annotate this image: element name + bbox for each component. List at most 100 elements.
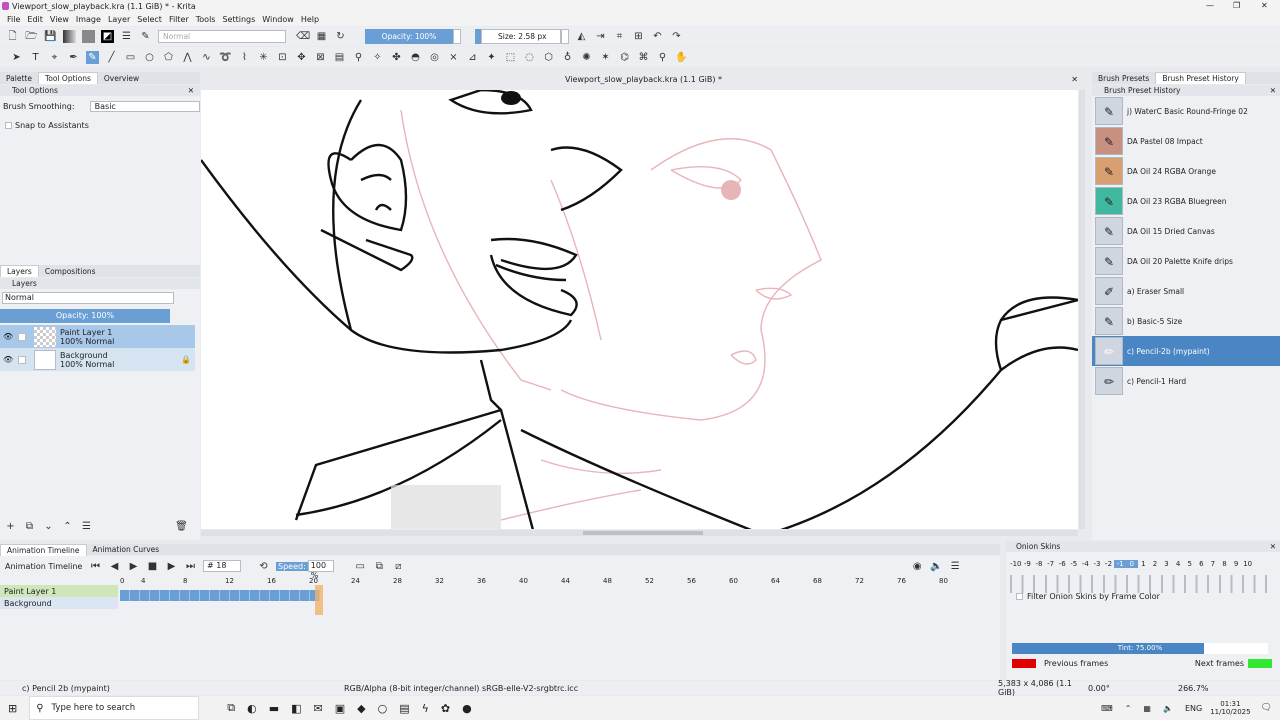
prev-frame-icon[interactable]: ◀	[108, 560, 121, 573]
brush-preset-item[interactable]: ✐ a) Eraser Small	[1092, 276, 1280, 306]
new-file-icon[interactable]: 🗋	[6, 30, 19, 43]
select-tool-icon[interactable]: ➤	[10, 51, 23, 64]
freehand-select-icon[interactable]: ♁	[561, 51, 574, 64]
visibility-eye-icon[interactable]: 👁	[0, 355, 18, 364]
last-frame-icon[interactable]: ⏭	[184, 560, 197, 573]
status-rotation[interactable]: 0.00°	[1088, 684, 1178, 693]
save-icon[interactable]: 💾	[44, 30, 57, 43]
tab-overview[interactable]: Overview	[98, 73, 145, 84]
brush-preset-item[interactable]: ✎ DA Oil 24 RGBA Orange	[1092, 156, 1280, 186]
tab-layers[interactable]: Layers	[0, 265, 39, 277]
contiguous-select-icon[interactable]: ✺	[580, 51, 593, 64]
tray-chevron-icon[interactable]: ⌃	[1125, 704, 1132, 713]
mirror-vertical-icon[interactable]: ⇥	[594, 30, 607, 43]
vertical-scrollbar[interactable]	[1079, 90, 1085, 529]
tint-slider[interactable]: Tint: 75.00%	[1012, 643, 1268, 654]
fill-tool-icon[interactable]: ◓	[409, 51, 422, 64]
smart-patch-icon[interactable]: ✧	[371, 51, 384, 64]
opacity-spinner[interactable]	[453, 29, 461, 44]
stop-icon[interactable]: ■	[146, 560, 159, 573]
redo-icon[interactable]: ↷	[670, 30, 683, 43]
bezier-tool-icon[interactable]: ∿	[200, 51, 213, 64]
tab-brush-preset-history[interactable]: Brush Preset History	[1155, 72, 1246, 84]
polyline-tool-icon[interactable]: ⋀	[181, 51, 194, 64]
move-tool-icon[interactable]: ✥	[295, 51, 308, 64]
open-file-icon[interactable]: 🗁	[25, 30, 38, 43]
add-layer-icon[interactable]: +	[4, 520, 17, 533]
drop-frames-icon[interactable]: ▭	[354, 560, 367, 573]
drawing-canvas[interactable]	[201, 90, 1078, 529]
brush-preset-item[interactable]: ✎ DA Pastel 08 Impact	[1092, 126, 1280, 156]
brush-preset-item[interactable]: ✎ j) WaterC Basic Round-Fringe 02	[1092, 96, 1280, 126]
timeline-menu-icon[interactable]: ☰	[949, 560, 962, 573]
dynamic-brush-icon[interactable]: ⌇	[238, 51, 251, 64]
gradient-tool-icon[interactable]: ▤	[333, 51, 346, 64]
brush-preset-icon[interactable]: ✎	[139, 30, 152, 43]
brush-preset-item[interactable]: ✏ c) Pencil-1 Hard	[1092, 366, 1280, 396]
app-icon[interactable]: ●	[462, 702, 472, 715]
freehand-brush-icon[interactable]: ✎	[86, 50, 99, 64]
taskbar-clock[interactable]: 01:31 11/10/2025	[1210, 700, 1250, 716]
size-slider[interactable]: Size: 2.58 px	[481, 29, 561, 44]
onion-toggle-icon[interactable]: ⧄	[392, 560, 405, 573]
calligraphy-icon[interactable]: ✒	[67, 51, 80, 64]
tab-brush-presets[interactable]: Brush Presets	[1092, 73, 1155, 84]
loop-icon[interactable]: ⟲	[257, 560, 270, 573]
volume-tray-icon[interactable]: 🔈	[1163, 704, 1173, 713]
menu-tools[interactable]: Tools	[196, 15, 216, 24]
polygon-tool-icon[interactable]: ⬠	[162, 51, 175, 64]
next-frame-icon[interactable]: ▶	[165, 560, 178, 573]
edge-icon[interactable]: ◐	[247, 702, 257, 715]
brush-preset-item-selected[interactable]: ✏ c) Pencil-2b (mypaint)	[1092, 336, 1280, 366]
pattern-icon[interactable]	[82, 30, 95, 43]
app-icon[interactable]: ▤	[399, 702, 409, 715]
speed-input[interactable]: 100 %	[307, 560, 334, 580]
edit-shapes-icon[interactable]: ⌖	[48, 51, 61, 64]
volume-icon[interactable]: 🔈	[930, 560, 943, 573]
text-tool-icon[interactable]: T	[29, 51, 42, 64]
layer-checkbox[interactable]	[18, 332, 26, 341]
menu-filter[interactable]: Filter	[169, 15, 189, 24]
tab-animation-timeline[interactable]: Animation Timeline	[0, 543, 87, 556]
filter-onion-checkbox[interactable]	[1016, 593, 1023, 600]
opacity-slider[interactable]: Opacity: 100%	[365, 29, 453, 44]
crop-icon[interactable]: ⊞	[632, 30, 645, 43]
layer-row[interactable]: 👁 Background 100% Normal 🔒	[0, 348, 195, 371]
mail-icon[interactable]: ✉	[314, 702, 323, 715]
panel-close-icon[interactable]: ✕	[1270, 542, 1276, 551]
gradient-icon[interactable]	[63, 30, 76, 43]
notifications-icon[interactable]: 🗨	[1261, 703, 1272, 713]
close-document-icon[interactable]: ✕	[1071, 75, 1078, 84]
timeline-layer-row[interactable]: Background	[0, 597, 118, 609]
duplicate-layer-icon[interactable]: ⧉	[23, 520, 36, 533]
move-up-icon[interactable]: ⌃	[61, 520, 74, 533]
delete-layer-icon[interactable]: 🗑	[175, 520, 188, 533]
layer-checkbox[interactable]	[18, 355, 26, 364]
audio-icon[interactable]: ◉	[911, 560, 924, 573]
next-frames-color[interactable]	[1248, 659, 1272, 668]
freehand-path-icon[interactable]: ➰	[219, 51, 232, 64]
similar-select-icon[interactable]: ✶	[599, 51, 612, 64]
ellipse-tool-icon[interactable]: ○	[143, 51, 156, 64]
layer-properties-icon[interactable]: ☰	[80, 520, 93, 533]
play-icon[interactable]: ▶	[127, 560, 140, 573]
reference-tool-icon[interactable]: ✦	[485, 51, 498, 64]
layer-opacity-slider[interactable]: Opacity: 100%	[0, 309, 170, 323]
playhead[interactable]	[315, 585, 323, 615]
rect-select-icon[interactable]: ⬚	[504, 51, 517, 64]
windows-start-icon[interactable]: ⊞	[8, 702, 17, 715]
mirror-horizontal-icon[interactable]: ◭	[575, 30, 588, 43]
lock-icon[interactable]: 🔒	[181, 355, 191, 364]
multibrush-icon[interactable]: ✳	[257, 51, 270, 64]
explorer-icon[interactable]: ▬	[269, 702, 279, 715]
keyboard-icon[interactable]: ⌨	[1101, 704, 1113, 713]
pan-tool-icon[interactable]: ✋	[675, 51, 688, 64]
tab-animation-curves[interactable]: Animation Curves	[87, 544, 166, 555]
snap-assistants-checkbox[interactable]	[5, 122, 12, 129]
menu-layer[interactable]: Layer	[108, 15, 130, 24]
menu-file[interactable]: File	[7, 15, 20, 24]
current-frame-input[interactable]: # 18	[203, 560, 241, 572]
menu-image[interactable]: Image	[76, 15, 101, 24]
menu-settings[interactable]: Settings	[222, 15, 255, 24]
panel-close-icon[interactable]: ✕	[1270, 86, 1276, 95]
